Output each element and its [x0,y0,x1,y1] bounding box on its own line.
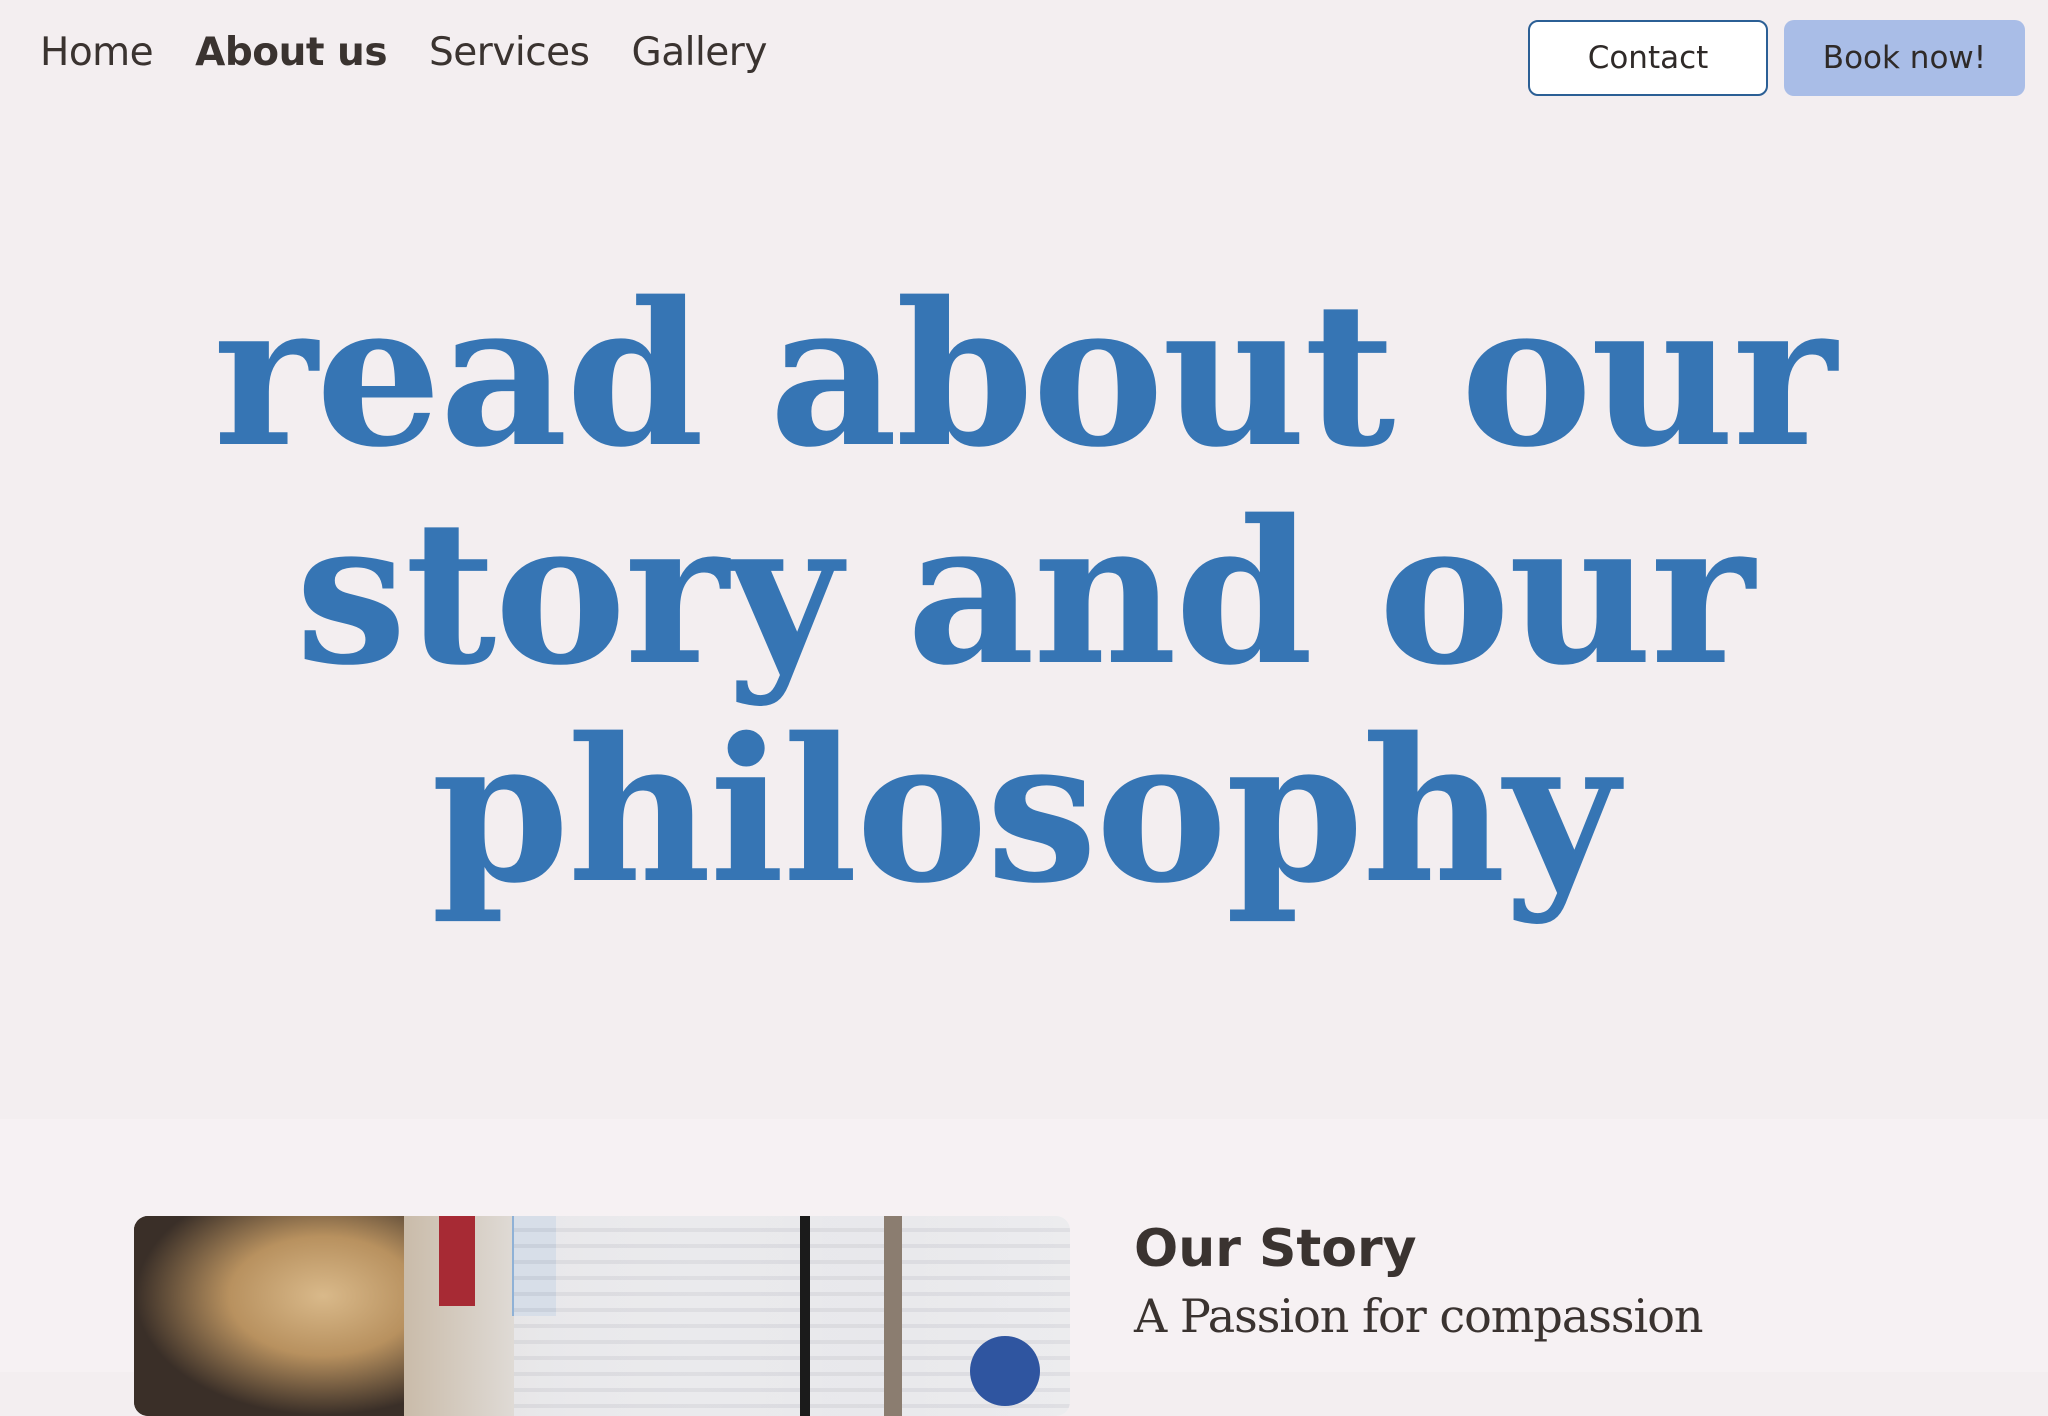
nav-services[interactable]: Services [429,30,590,75]
story-heading: Our Story [1134,1219,1417,1279]
nav-about-us[interactable]: About us [195,30,387,75]
nav-links: Home About us Services Gallery [40,30,767,75]
story-photo [134,1216,1070,1416]
our-story-section: Our Story A Passion for compassion [0,1119,2048,1416]
top-navigation: Home About us Services Gallery Contact B… [0,0,2048,116]
hero-title-line-1: read about our [213,258,1836,491]
hero-section: read about our story and our philosophy [0,116,2048,1119]
contact-button[interactable]: Contact [1528,20,1768,96]
book-now-button[interactable]: Book now! [1784,20,2025,96]
nav-home[interactable]: Home [40,30,154,75]
hero-title: read about our story and our philosophy [200,266,1848,920]
story-subheading: A Passion for compassion [1134,1289,1704,1343]
nav-gallery[interactable]: Gallery [632,30,768,75]
hero-title-line-3: philosophy [431,694,1619,927]
hero-title-line-2: story and our [295,476,1754,709]
